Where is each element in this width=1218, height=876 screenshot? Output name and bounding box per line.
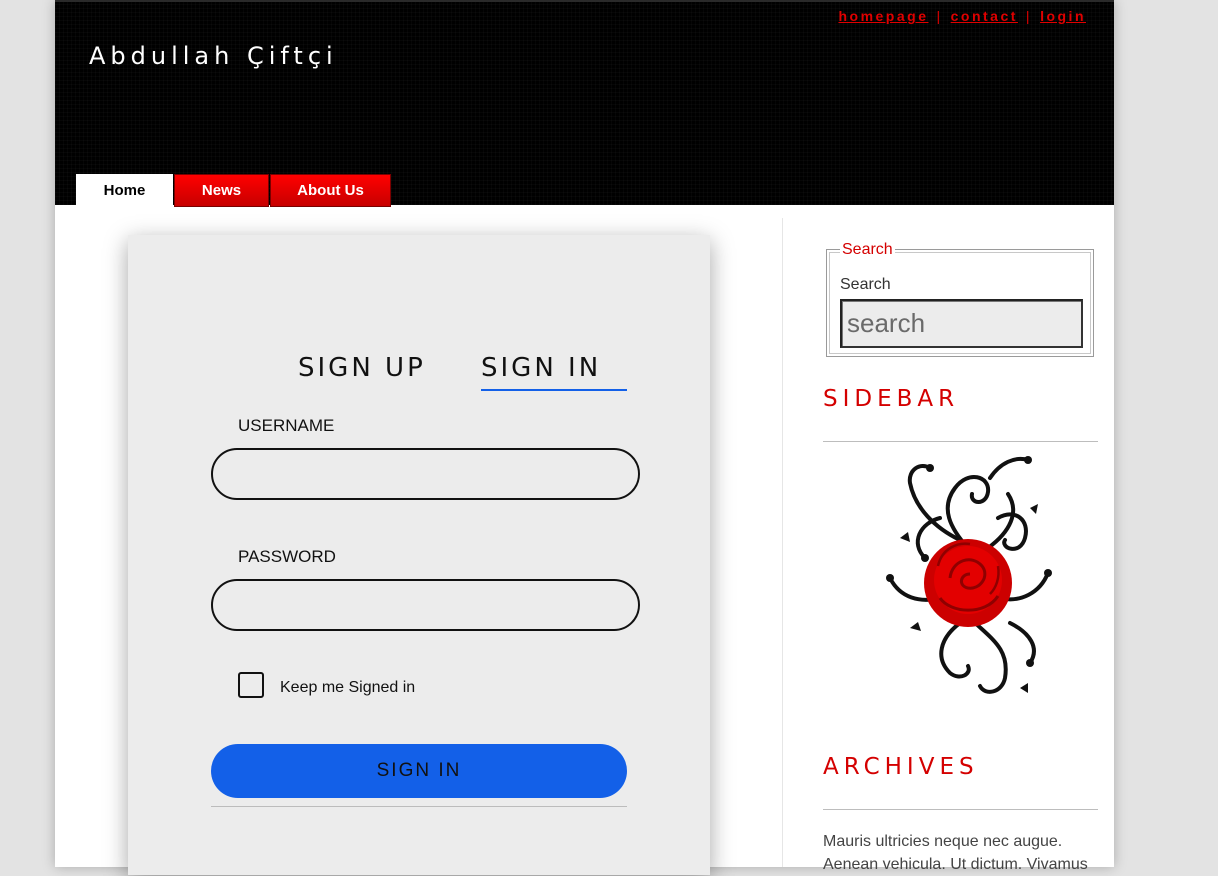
archives-text: Mauris ultricies neque nec augue. Aenean… xyxy=(823,830,1098,876)
keep-signed-in-checkbox[interactable] xyxy=(238,672,264,698)
tab-sign-up[interactable]: SIGN UP xyxy=(298,353,426,383)
form-divider xyxy=(211,806,627,807)
rose-ornament-icon xyxy=(886,456,1052,694)
topnav-login-link[interactable]: login xyxy=(1040,8,1086,24)
tab-home[interactable]: Home xyxy=(76,174,173,207)
tab-news[interactable]: News xyxy=(174,174,269,207)
tab-about-us[interactable]: About Us xyxy=(270,174,391,207)
password-label: PASSWORD xyxy=(238,547,336,566)
archives-line: Mauris ultricies neque nec augue. xyxy=(823,833,1063,850)
page-container: Abdullah Çiftçi homepage | contact | login H… xyxy=(55,0,1114,875)
sign-in-button[interactable]: SIGN IN xyxy=(211,744,627,798)
content-divider xyxy=(782,218,783,867)
site-title: Abdullah Çiftçi xyxy=(89,42,338,70)
tab-sign-in[interactable]: SIGN IN xyxy=(481,353,627,391)
search-label: Search xyxy=(840,276,891,293)
archives-heading: ARCHIVES xyxy=(823,754,979,780)
sidebar-heading: SIDEBAR xyxy=(823,386,960,412)
search-input[interactable] xyxy=(840,299,1083,348)
topnav-homepage-link[interactable]: homepage xyxy=(838,8,928,24)
login-card: SIGN UP SIGN IN USERNAME PASSWORD Keep m… xyxy=(128,235,710,875)
main-nav-tabs: Home News About Us xyxy=(76,174,392,207)
archives-divider xyxy=(823,809,1098,810)
site-header: Abdullah Çiftçi homepage | contact | login H… xyxy=(55,0,1114,207)
topnav-contact-link[interactable]: contact xyxy=(951,8,1018,24)
username-field[interactable] xyxy=(211,448,640,500)
topnav-separator: | xyxy=(1025,8,1033,24)
search-legend: Search xyxy=(840,241,895,259)
password-field[interactable] xyxy=(211,579,640,631)
top-nav: homepage | contact | login xyxy=(838,8,1086,24)
username-label: USERNAME xyxy=(238,416,335,435)
archives-line: Aenean vehicula. Ut dictum. Vivamus xyxy=(823,856,1088,873)
keep-signed-in-label: Keep me Signed in xyxy=(280,679,416,696)
search-fieldset: Search Search xyxy=(826,241,1094,357)
topnav-separator: | xyxy=(936,8,943,24)
sidebar-divider xyxy=(823,441,1098,442)
